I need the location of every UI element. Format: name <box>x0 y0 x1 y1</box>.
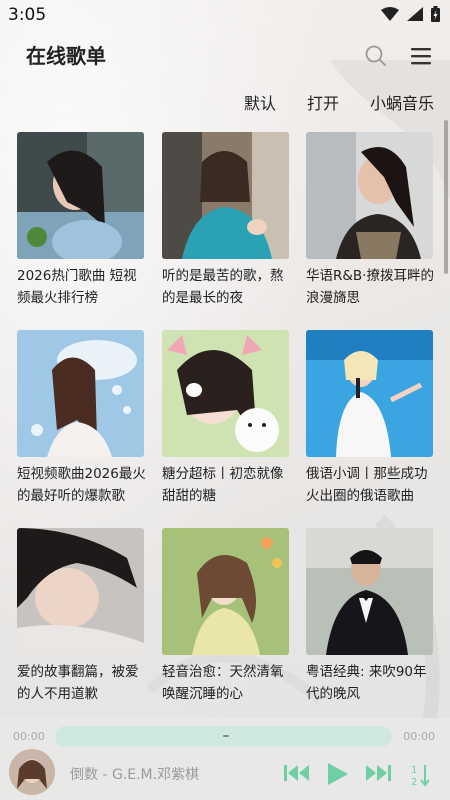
scrollbar-thumb[interactable] <box>444 120 448 274</box>
svg-text:2: 2 <box>411 777 417 788</box>
playlist-card[interactable]: 轻音治愈：天然清氧唤醒沉睡的心 <box>162 528 289 705</box>
playlist-title: 爱的故事翻篇，被爱的人不用道歉 <box>17 664 139 702</box>
sequential-order-icon: 1 2 <box>411 765 430 788</box>
progress-slider[interactable] <box>55 726 392 747</box>
play-icon <box>328 763 348 785</box>
playlist-card[interactable]: 粤语经典: 来吹90年代的晚风 <box>306 528 433 705</box>
playlist-title: 粤语经典: 来吹90年代的晚风 <box>306 664 427 702</box>
playlist-title: 轻音治愈：天然清氧唤醒沉睡的心 <box>162 664 284 702</box>
skip-previous-icon <box>284 765 309 781</box>
playlist-cover <box>17 528 144 655</box>
playlist-cover <box>306 132 433 259</box>
playlist-cover <box>162 330 289 457</box>
playlist-card[interactable]: 糖分超标丨初恋就像甜甜的糖 <box>162 330 289 507</box>
search-button[interactable] <box>362 42 390 70</box>
playlist-cover <box>162 132 289 259</box>
playlist-title: 短视频歌曲2026最火的最好听的爆款歌 <box>17 466 146 504</box>
search-icon <box>365 45 386 66</box>
playlist-cover <box>17 132 144 259</box>
current-time: 00:00 <box>13 730 45 743</box>
next-button[interactable] <box>364 760 392 786</box>
playlist-card[interactable]: 爱的故事翻篇，被爱的人不用道歉 <box>17 528 144 705</box>
sort-tab-open[interactable]: 打开 <box>307 90 339 114</box>
menu-icon <box>411 48 431 65</box>
status-bar: 3:05 <box>0 0 450 32</box>
playlist-title: 2026热门歌曲 短视频最火排行榜 <box>17 268 137 306</box>
skip-next-icon <box>366 765 391 781</box>
playlist-card[interactable]: 听的是最苦的歌，熬的是最长的夜 <box>162 132 289 309</box>
playlist-card[interactable]: 2026热门歌曲 短视频最火排行榜 <box>17 132 144 309</box>
playlist-cover <box>17 330 144 457</box>
status-time: 3:05 <box>8 5 47 25</box>
now-playing-avatar[interactable] <box>9 749 55 795</box>
mini-player: 00:00 00:00 倒数 - G.E.M.邓紫棋 1 2 <box>0 718 450 800</box>
previous-button[interactable] <box>283 760 311 786</box>
status-icons <box>381 6 440 22</box>
sort-tabs: 默认 打开 小蜗音乐 <box>213 90 434 114</box>
playlist-title: 华语R&B·撩拨耳畔的浪漫旖思 <box>306 268 434 306</box>
play-button[interactable] <box>324 760 352 788</box>
playlist-title: 俄语小调丨那些成功火出圈的俄语歌曲 <box>306 466 428 504</box>
svg-text:1: 1 <box>411 765 417 776</box>
wifi-icon <box>381 7 399 21</box>
page-title: 在线歌单 <box>26 44 106 68</box>
app-header: 在线歌单 <box>0 36 450 76</box>
sort-tab-xiaowo[interactable]: 小蜗音乐 <box>370 90 434 114</box>
playlist-cover <box>306 528 433 655</box>
sort-tab-default[interactable]: 默认 <box>244 90 276 114</box>
now-playing-title[interactable]: 倒数 - G.E.M.邓紫棋 <box>70 764 199 784</box>
playlist-card[interactable]: 华语R&B·撩拨耳畔的浪漫旖思 <box>306 132 434 309</box>
progress-knob[interactable] <box>223 735 229 737</box>
play-mode-button[interactable]: 1 2 <box>408 760 434 790</box>
playlist-cover <box>162 528 289 655</box>
playlist-title: 听的是最苦的歌，熬的是最长的夜 <box>162 268 284 306</box>
playlist-cover <box>306 330 433 457</box>
menu-button[interactable] <box>407 42 435 70</box>
battery-icon <box>431 6 440 22</box>
total-time: 00:00 <box>403 730 435 743</box>
signal-icon <box>407 7 423 21</box>
playlist-card[interactable]: 短视频歌曲2026最火的最好听的爆款歌 <box>17 330 146 507</box>
playlist-card[interactable]: 俄语小调丨那些成功火出圈的俄语歌曲 <box>306 330 433 507</box>
playlist-title: 糖分超标丨初恋就像甜甜的糖 <box>162 466 284 504</box>
